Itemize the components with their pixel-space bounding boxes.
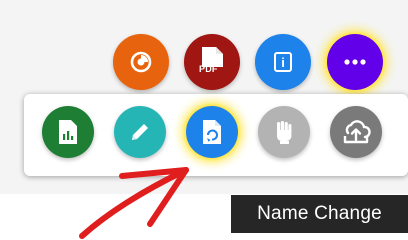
tooltip-text: Name Change <box>257 203 382 224</box>
tooltip: Name Change <box>231 195 408 233</box>
